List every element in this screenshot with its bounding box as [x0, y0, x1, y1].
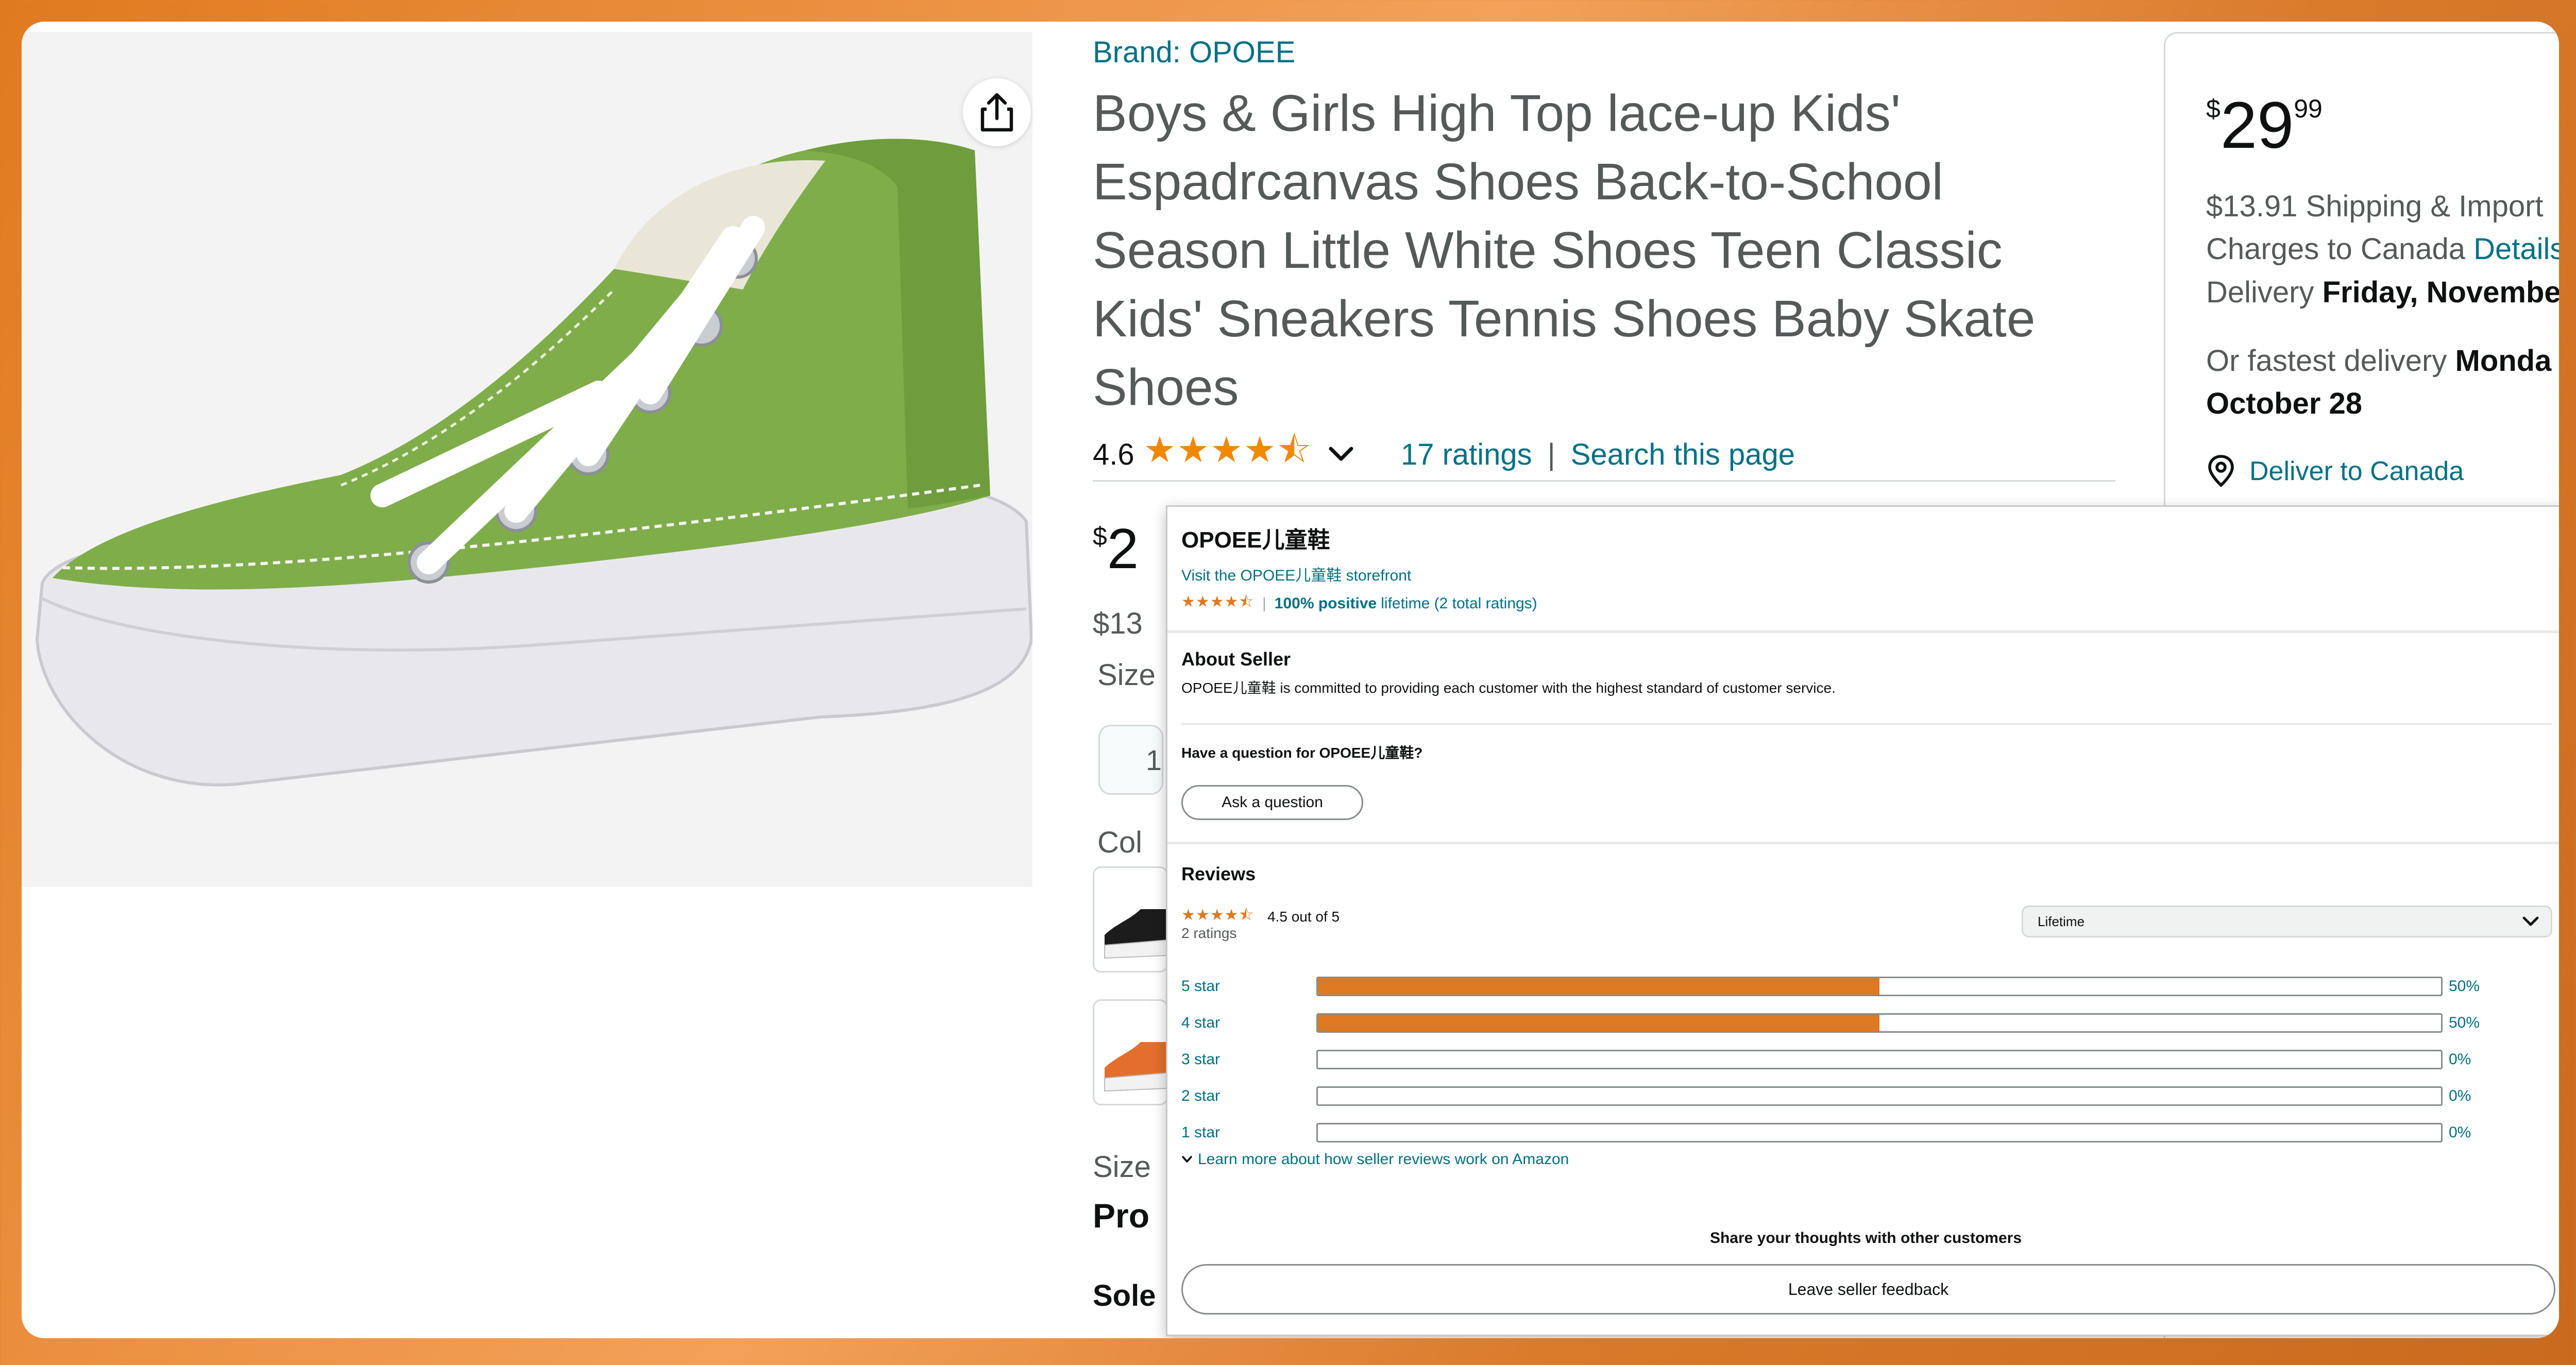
chevron-down-icon [1182, 1156, 1192, 1163]
buybox-price: $2999 [2206, 88, 2323, 163]
histogram-bar[interactable] [1316, 977, 2443, 996]
price-fragment: $2 [1093, 516, 1139, 582]
rating-row: 4.6 ★★★★⯪ 17 ratings | Search this page [1093, 429, 2115, 482]
rating-stars-icon[interactable]: ★★★★⯪ [1144, 424, 1312, 485]
storefront-link[interactable]: Visit the OPOEE儿童鞋 storefront [1181, 562, 1411, 585]
green-sneaker-image [22, 32, 1033, 887]
histogram-row[interactable]: 2 star 0% [1181, 1084, 2531, 1108]
histogram-bar[interactable] [1316, 1086, 2443, 1106]
fastest-delivery-line: Or fastest delivery Monda [2206, 344, 2551, 378]
seller-positive[interactable]: 100% positive [1275, 595, 1377, 612]
rating-value: 4.6 [1093, 437, 1134, 471]
deliver-to-link: Deliver to Canada [2249, 456, 2464, 486]
question-title: Have a question for OPOEE儿童鞋? [1181, 745, 1423, 761]
histogram-percent[interactable]: 0% [2449, 1087, 2471, 1105]
divider [1167, 630, 2559, 633]
histogram-percent[interactable]: 50% [2449, 1014, 2480, 1032]
deliver-to-location[interactable]: Deliver to Canada [2206, 454, 2464, 488]
fastest-day: Monda [2455, 344, 2552, 378]
share-button[interactable] [963, 78, 1031, 146]
seller-name: OPOEE儿童鞋 [1181, 527, 1330, 553]
divider [1167, 842, 2559, 844]
color-label-fragment: Col [1097, 826, 1143, 859]
histogram-star-label[interactable]: 5 star [1181, 978, 1316, 995]
share-thoughts-text: Share your thoughts with other customers [1709, 1230, 2022, 1247]
fastest-date: October 28 [2206, 387, 2362, 420]
fastest-prefix: Or fastest delivery [2206, 344, 2447, 378]
price-fragment-currency: $ [1093, 522, 1107, 551]
learn-more-link[interactable]: Learn more about how seller reviews work… [1181, 1151, 1569, 1168]
histogram-star-label[interactable]: 2 star [1181, 1087, 1316, 1105]
seller-profile-popover: OPOEE儿童鞋 Visit the OPOEE儿童鞋 storefront ★… [1166, 505, 2559, 1336]
histogram-row[interactable]: 1 star 0% [1181, 1121, 2531, 1145]
brand-link[interactable]: Brand: OPOEE [1093, 35, 1295, 70]
size-selector-value: 1 [1145, 743, 1162, 776]
details-link[interactable]: Details [2473, 232, 2559, 266]
search-page-link[interactable]: Search this page [1571, 437, 1795, 472]
size-chart-link-fragment[interactable]: Size [1093, 1150, 1151, 1184]
seller-lifetime-note[interactable]: lifetime (2 total ratings) [1381, 595, 1537, 612]
color-swatch-orange[interactable] [1093, 999, 1168, 1105]
delivery-line: Delivery Friday, November [2206, 275, 2559, 310]
black-shoe-thumbnail [1104, 909, 1166, 959]
chevron-down-icon [2522, 916, 2539, 926]
chevron-down-icon[interactable] [1328, 439, 1354, 469]
shipping-fragment: $13 [1093, 607, 1143, 640]
buybox-price-currency: $ [2206, 94, 2221, 123]
shipping-import-line: $13.91 Shipping & Import [2206, 190, 2544, 223]
histogram-percent[interactable]: 0% [2449, 1051, 2471, 1068]
histogram-star-label[interactable]: 1 star [1181, 1124, 1316, 1141]
histogram-percent[interactable]: 0% [2449, 1124, 2471, 1141]
seller-rating-divider: | [1262, 594, 1266, 612]
product-image[interactable] [22, 32, 1033, 887]
histogram-percent[interactable]: 50% [2449, 978, 2480, 995]
histogram-bar-fill [1318, 978, 1879, 995]
histogram-bar[interactable] [1316, 1123, 2443, 1142]
period-select-value: Lifetime [2038, 913, 2085, 929]
product-title: Boys & Girls High Top lace-up Kids' Espa… [1093, 84, 2036, 416]
divider [1181, 723, 2552, 725]
about-seller-title: About Seller [1181, 649, 1291, 670]
location-pin-icon [2208, 455, 2234, 487]
product-page: Brand: OPOEE Boys & Girls High Top lace-… [22, 22, 2559, 1338]
about-seller-text: OPOEE儿童鞋 is committed to providing each … [1181, 680, 1836, 696]
rating-separator: | [1547, 437, 1555, 471]
color-swatch-black[interactable] [1093, 866, 1168, 972]
shipping-canada-text: Charges to Canada [2206, 232, 2465, 266]
ask-question-button[interactable]: Ask a question [1181, 785, 1363, 820]
seller-stars-icon: ★★★★⯪ [1181, 593, 1254, 610]
histogram-row[interactable]: 5 star 50% [1181, 975, 2531, 998]
ratings-link[interactable]: 17 ratings [1401, 437, 1532, 472]
size-label-fragment: Size [1097, 658, 1156, 692]
period-select[interactable]: Lifetime [2022, 906, 2552, 937]
buybox-price-fraction: 99 [2294, 94, 2323, 123]
histogram-bar-fill [1318, 1015, 1879, 1031]
buybox-price-whole: 29 [2220, 89, 2294, 162]
price-fragment-whole: 2 [1107, 517, 1139, 581]
share-icon [980, 93, 1013, 132]
product-details-heading-fragment: Pro [1093, 1197, 1150, 1235]
histogram-star-label[interactable]: 4 star [1181, 1014, 1316, 1032]
learn-more-text: Learn more about how seller reviews work… [1198, 1151, 1569, 1168]
histogram-row[interactable]: 3 star 0% [1181, 1048, 2531, 1071]
fastest-date-line: October 28 [2206, 386, 2362, 421]
delivery-prefix: Delivery [2206, 276, 2314, 309]
shipping-canada-line: Charges to Canada Details [2206, 232, 2559, 266]
histogram-row[interactable]: 4 star 50% [1181, 1011, 2531, 1035]
histogram-star-label[interactable]: 3 star [1181, 1051, 1316, 1068]
leave-seller-feedback-button[interactable]: Leave seller feedback [1181, 1264, 2555, 1315]
reviews-title: Reviews [1181, 863, 1256, 884]
sole-label-fragment: Sole [1093, 1279, 1156, 1312]
delivery-date: Friday, November [2322, 276, 2559, 309]
reviews-count: 2 ratings [1181, 925, 1237, 941]
reviews-score: 4.5 out of 5 [1267, 908, 1340, 925]
histogram-bar[interactable] [1316, 1050, 2443, 1069]
histogram-bar[interactable] [1316, 1013, 2443, 1033]
seller-rating-summary: ★★★★⯪ | 100% positive lifetime (2 total … [1181, 590, 1537, 617]
size-selector[interactable]: 1 [1098, 725, 1163, 795]
orange-shoe-thumbnail [1104, 1042, 1166, 1092]
